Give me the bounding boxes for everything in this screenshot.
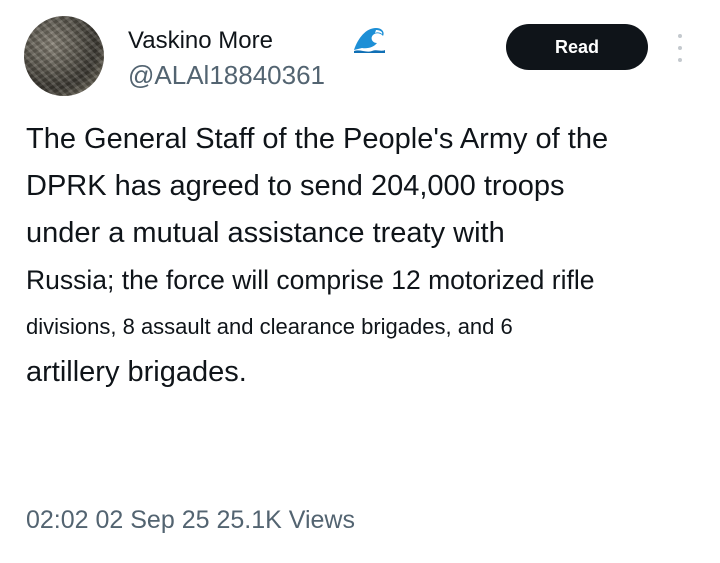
- tweet-line: artillery brigades.: [26, 356, 247, 388]
- display-name[interactable]: Vaskino More: [128, 27, 273, 55]
- more-options-icon[interactable]: [672, 34, 688, 62]
- timestamp-views: 02:02 02 Sep 25 25.1K Views: [26, 506, 355, 534]
- tweet-line: divisions, 8 assault and clearance briga…: [26, 314, 513, 339]
- user-handle[interactable]: @ALAl18840361: [128, 60, 325, 91]
- tweet-line: under a mutual assistance treaty with: [26, 217, 505, 249]
- dot: [678, 58, 682, 62]
- avatar[interactable]: [24, 16, 104, 96]
- tweet-line: DPRK has agreed to send 204,000 troops: [26, 170, 565, 202]
- dot: [678, 46, 682, 50]
- read-button[interactable]: Read: [506, 24, 648, 70]
- dot: [678, 34, 682, 38]
- water-wave-icon: [354, 28, 385, 53]
- tweet-line: The General Staff of the People's Army o…: [26, 123, 609, 155]
- tweet-line: Russia; the force will comprise 12 motor…: [26, 265, 595, 295]
- tweet-text: The General Staff of the People's Army o…: [26, 116, 706, 396]
